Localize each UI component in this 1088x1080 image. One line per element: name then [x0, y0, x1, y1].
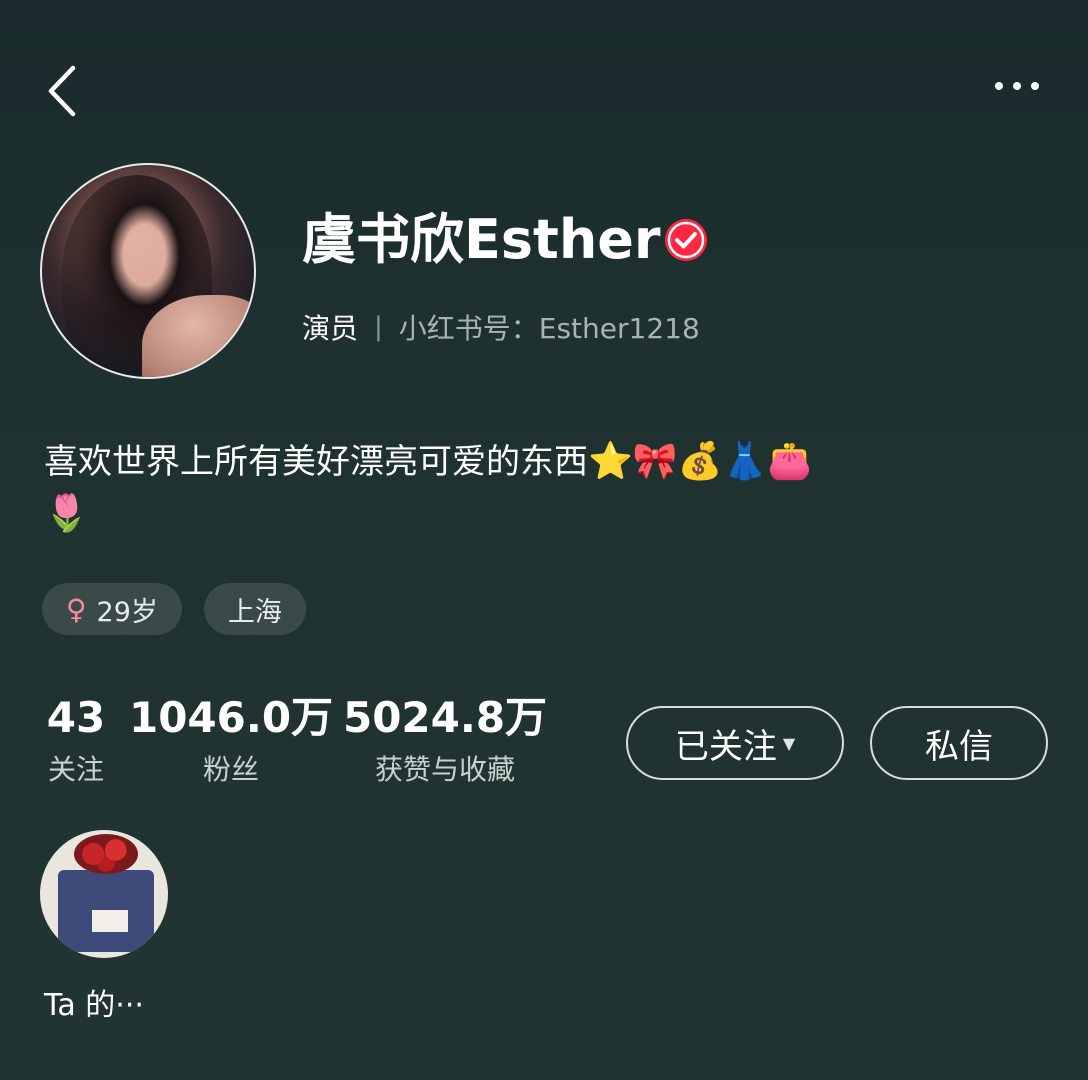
more-dot: [1013, 82, 1021, 90]
money-bag-emoji-icon: 💰: [677, 441, 723, 482]
stat-likes-collects[interactable]: 5024.8万 获赞与收藏: [343, 690, 547, 794]
stat-value: 5024.8万: [342, 693, 548, 742]
tulip-emoji-icon: 🌷: [44, 493, 89, 534]
profile-role: 演员: [302, 312, 359, 345]
stat-label: 获赞与收藏: [374, 753, 515, 786]
profile-bio: 喜欢世界上所有美好漂亮可爱的东西⭐🎀💰👗👛 🌷: [44, 436, 1054, 540]
collection-thumbnail[interactable]: [40, 830, 168, 958]
following-button[interactable]: 已关注 ▼: [626, 706, 844, 780]
back-button[interactable]: [38, 62, 86, 120]
collection-image-card: [92, 910, 128, 932]
red-id: 小红书号：Esther1218: [398, 312, 700, 345]
star-emoji-icon: ⭐: [588, 441, 633, 482]
more-options-button[interactable]: [982, 62, 1052, 110]
female-icon: ♀: [66, 592, 87, 626]
profile-stats: 43 关注 1046.0万 粉丝 5024.8万 获赞与收藏: [40, 690, 547, 794]
stat-following[interactable]: 43 关注: [40, 690, 112, 794]
more-dots-icon: [995, 82, 1003, 90]
purse-emoji-icon: 👛: [767, 441, 813, 482]
message-button[interactable]: 私信: [870, 706, 1048, 780]
collection-image-flowers: [74, 834, 138, 874]
following-label: 已关注: [674, 726, 777, 767]
caret-down-icon: ▼: [782, 733, 796, 753]
avatar[interactable]: [40, 163, 256, 379]
bio-text: 喜欢世界上所有美好漂亮可爱的东西: [44, 442, 588, 482]
stat-label: 粉丝: [202, 753, 259, 786]
dress-emoji-icon: 👗: [722, 441, 768, 482]
chevron-left-icon: [48, 65, 76, 117]
profile-name: 虞书欣Esther: [302, 208, 661, 271]
location-tag[interactable]: 上海: [203, 583, 306, 635]
stat-followers[interactable]: 1046.0万 粉丝: [129, 690, 333, 794]
verified-badge-icon: [665, 219, 707, 261]
divider: |: [374, 312, 383, 342]
collection-label[interactable]: Ta 的···: [44, 980, 144, 1024]
message-label: 私信: [925, 726, 993, 767]
age-label: 29岁: [96, 596, 158, 628]
age-tag[interactable]: ♀ 29岁: [42, 583, 182, 635]
profile-subline: 演员 | 小红书号：Esther1218: [302, 306, 700, 348]
stat-value: 43: [46, 693, 106, 742]
stat-value: 1046.0万: [128, 693, 334, 742]
more-dot: [1031, 82, 1039, 90]
location-label: 上海: [227, 596, 282, 628]
stat-label: 关注: [47, 753, 104, 786]
ribbon-emoji-icon: 🎀: [632, 441, 678, 482]
profile-tags: ♀ 29岁 上海: [42, 583, 306, 635]
